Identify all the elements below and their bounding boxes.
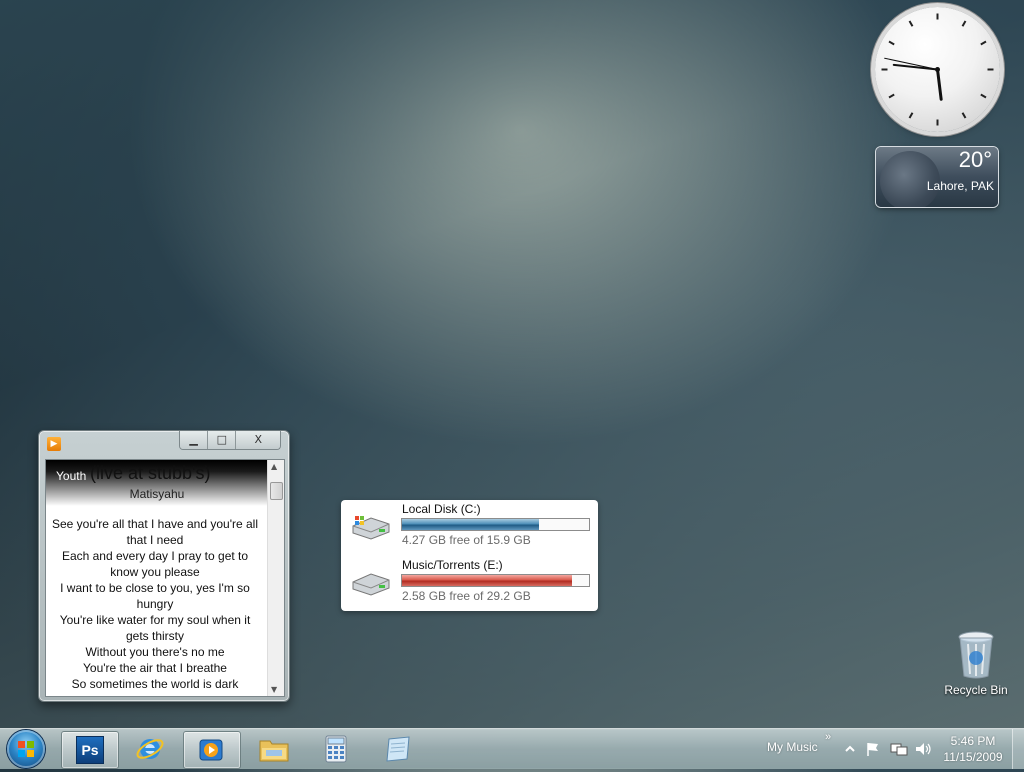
clock-center <box>935 67 940 72</box>
drive-c-free-space: 4.27 GB free of 15.9 GB <box>402 533 531 547</box>
taskbar-internet-explorer[interactable] <box>122 731 178 767</box>
song-subtitle: (live at stubb's) <box>90 463 211 483</box>
scroll-down-icon[interactable]: ▼ <box>271 685 277 694</box>
song-title: Youth <box>56 469 87 483</box>
media-player-icon: ▶ <box>47 437 61 451</box>
lyric-line: I want to be close to you, yes I'm so hu… <box>60 581 250 611</box>
drive-e[interactable]: Music/Torrents (E:) 2.58 GB free of 29.2… <box>341 556 598 608</box>
taskbar-photoshop[interactable]: Ps <box>61 731 119 769</box>
windows-logo-icon <box>18 741 34 757</box>
clock-second-hand <box>884 57 938 70</box>
volume-icon[interactable] <box>914 741 932 757</box>
minimize-button[interactable]: ▁ <box>180 431 208 449</box>
taskbar-media-player[interactable] <box>183 731 241 769</box>
media-player-icon <box>199 739 223 761</box>
drive-c-usage-bar <box>401 518 590 531</box>
weather-gadget[interactable]: 20° Lahore, PAK <box>876 147 998 207</box>
close-button[interactable]: X <box>235 431 280 449</box>
weather-temperature: 20° <box>958 147 992 172</box>
action-center-flag-icon[interactable] <box>865 741 881 757</box>
network-icon[interactable] <box>890 741 908 757</box>
song-artist: Matisyahu <box>129 487 185 501</box>
recycle-bin-label: Recycle Bin <box>944 683 1008 697</box>
lyric-line: See you're all that I have and you're al… <box>51 517 259 547</box>
toolbar-chevron-icon[interactable]: » <box>825 731 831 743</box>
clock-gadget[interactable] <box>875 7 1000 132</box>
windows-drive-icon <box>352 516 390 540</box>
drive-e-usage-bar <box>401 574 590 587</box>
lyric-line: You're like water for my soul when it ge… <box>59 613 251 643</box>
recycle-bin-icon <box>958 631 994 679</box>
clock-hour-hand <box>936 68 943 101</box>
calculator-icon <box>325 735 347 763</box>
hard-drive-icon <box>352 573 390 596</box>
show-desktop-button[interactable] <box>1012 729 1024 769</box>
drive-c[interactable]: Local Disk (C:) 4.27 GB free of 15.9 GB <box>341 500 598 552</box>
maximize-button[interactable]: □ <box>207 431 236 449</box>
lyrics-text: See you're all that I have and you're al… <box>46 506 274 692</box>
clock-tick <box>961 20 967 27</box>
taskbar-notepad[interactable] <box>370 731 426 767</box>
window-controls: ▁ □ X <box>179 431 281 450</box>
lyric-line: So sometimes the world is dark <box>71 677 239 691</box>
taskbar-windows-explorer[interactable] <box>246 731 302 767</box>
lyric-line: Without you there's no me <box>85 645 225 659</box>
notepad-icon <box>386 736 410 762</box>
internet-explorer-icon <box>136 739 164 759</box>
toolbar-my-music[interactable]: My Music <box>767 740 818 754</box>
clock-tick <box>961 112 967 119</box>
scroll-up-icon[interactable]: ▲ <box>271 462 277 471</box>
clock-tick <box>908 20 914 27</box>
lyric-line: You're the air that I breathe <box>83 661 227 675</box>
show-hidden-icons-icon[interactable] <box>843 742 857 756</box>
folder-icon <box>259 740 289 762</box>
system-clock[interactable]: 5:46 PM 11/15/2009 <box>938 733 1008 765</box>
lyric-line: Each and every day I pray to get to know… <box>61 549 249 579</box>
drive-c-name: Local Disk (C:) <box>402 502 481 516</box>
lyrics-scrollbar[interactable]: ▲ ▼ <box>267 460 284 696</box>
clock-face <box>881 13 994 126</box>
clock-minute-hand <box>892 63 939 71</box>
taskbar: Ps My Music » <box>0 728 1024 769</box>
clock-tick <box>888 93 895 99</box>
clock-tick <box>908 112 914 119</box>
weather-location: Lahore, PAK <box>926 179 994 193</box>
drive-e-name: Music/Torrents (E:) <box>402 558 503 572</box>
media-player-window[interactable]: ▶ ▁ □ X Youth (live at stubb's) Matisyah… <box>38 430 290 702</box>
clock-tick <box>980 93 987 99</box>
scroll-thumb[interactable] <box>270 482 283 500</box>
song-header: Youth (live at stubb's) Matisyahu <box>46 460 284 506</box>
clock-tick <box>980 40 987 46</box>
recycle-bin[interactable]: Recycle Bin <box>940 630 1012 702</box>
drive-e-free-space: 2.58 GB free of 29.2 GB <box>402 589 531 603</box>
taskbar-calculator[interactable] <box>308 731 364 767</box>
clock-tick <box>888 40 895 46</box>
system-date: 11/15/2009 <box>943 750 1003 764</box>
system-time: 5:46 PM <box>950 734 996 748</box>
drive-meter-gadget[interactable]: Local Disk (C:) 4.27 GB free of 15.9 GB … <box>341 500 598 611</box>
photoshop-icon: Ps <box>76 736 104 764</box>
start-button[interactable] <box>7 730 45 768</box>
lyrics-panel: Youth (live at stubb's) Matisyahu See yo… <box>45 459 285 697</box>
